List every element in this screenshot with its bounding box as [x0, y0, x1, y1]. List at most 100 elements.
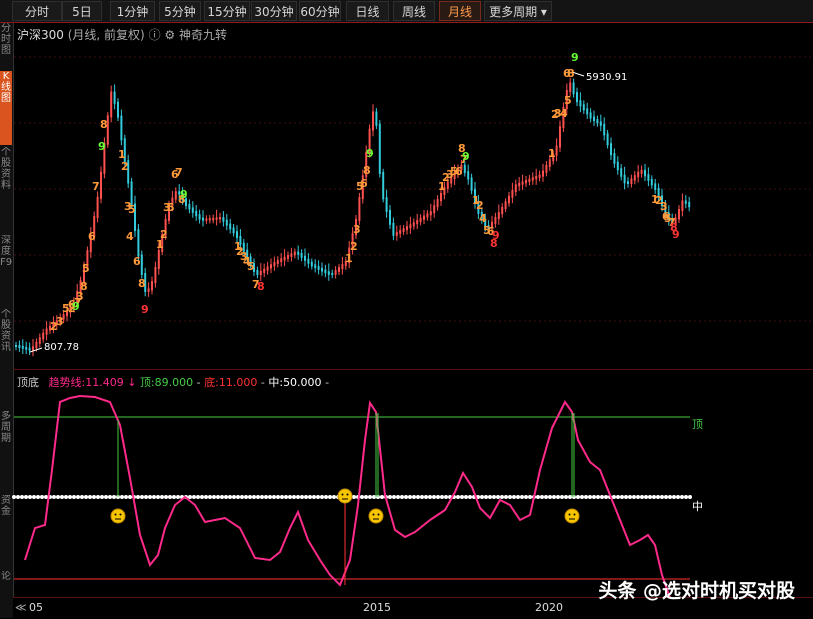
candle-body	[392, 222, 395, 236]
candle-body	[334, 270, 337, 275]
mid-value: 50.000	[283, 376, 322, 389]
mid-dot	[576, 495, 580, 499]
candle-body	[215, 217, 218, 220]
mid-dot	[24, 495, 28, 499]
down-arrow-icon: ↓	[127, 376, 137, 389]
mid-dot	[440, 495, 444, 499]
mid-dot	[412, 495, 416, 499]
kline-chart[interactable]: 5930.91807.78 23567892356789123546891235…	[0, 0, 813, 618]
mid-dot	[28, 495, 32, 499]
count-tag: 9	[180, 188, 188, 201]
mid-dot	[120, 495, 124, 499]
candle-body	[117, 101, 119, 118]
face-icon	[564, 508, 580, 524]
count-tag: 8	[100, 118, 108, 131]
candle-body	[382, 172, 385, 200]
indicator-header: 顶底 趋势线:11.409 ↓ 顶:89.000 - 底:11.000 - 中:…	[17, 376, 330, 389]
candle-body	[412, 222, 415, 227]
candle-body	[593, 116, 595, 122]
mid-dot	[72, 495, 76, 499]
mid-dot	[272, 495, 276, 499]
mid-dot	[304, 495, 308, 499]
mid-dot	[492, 495, 496, 499]
mid-dot	[312, 495, 316, 499]
mid-dot	[308, 495, 312, 499]
candle-body	[229, 223, 232, 230]
mid-dot	[436, 495, 440, 499]
mid-dot	[636, 495, 640, 499]
candle-body	[678, 209, 680, 220]
candle-body	[416, 219, 419, 225]
mid-dot	[12, 495, 16, 499]
mid-dot	[620, 495, 624, 499]
low-label: 807.78	[44, 342, 79, 353]
mid-dot	[628, 495, 632, 499]
mid-dot	[404, 495, 408, 499]
count-tag: 2	[160, 228, 168, 241]
count-tag: 4	[560, 107, 568, 120]
mid-dot	[432, 495, 436, 499]
candle-body	[225, 219, 228, 226]
mid-dot	[604, 495, 608, 499]
mid-dot	[300, 495, 304, 499]
candle-body	[545, 165, 548, 173]
mid-dot	[508, 495, 512, 499]
candle-body	[627, 181, 629, 184]
panel-divider	[13, 369, 813, 370]
candle-body	[307, 258, 310, 264]
candle-body	[378, 123, 381, 174]
mid-dot	[548, 495, 552, 499]
candle-body	[236, 231, 238, 238]
face-icon	[110, 508, 126, 524]
nav-back-button[interactable]: ≪	[15, 601, 27, 614]
count-tag: 6	[360, 177, 368, 190]
count-tag: 6	[133, 255, 141, 268]
mid-dot	[484, 495, 488, 499]
mid-dot	[664, 495, 668, 499]
count-tag: 9	[462, 150, 470, 163]
candle-body	[317, 266, 320, 270]
candle-body	[38, 337, 41, 344]
candle-body	[406, 226, 408, 231]
mid-dot	[632, 495, 636, 499]
candle-body	[259, 270, 262, 276]
candle-body	[654, 183, 657, 190]
mid-dot	[88, 495, 92, 499]
count-tag: 9	[141, 303, 149, 316]
candle-body	[542, 170, 544, 177]
candle-body	[100, 171, 102, 199]
mid-dot	[228, 495, 232, 499]
indicator-name[interactable]: 顶底	[17, 376, 39, 389]
mid-dot	[588, 495, 592, 499]
candle-body	[314, 264, 317, 269]
mid-dot	[224, 495, 228, 499]
candle-body	[263, 268, 266, 273]
mid-dot	[368, 495, 372, 499]
candle-body	[157, 250, 160, 269]
count-tag: 9	[98, 140, 106, 153]
bottom-label: 底:	[204, 376, 219, 389]
mid-dot	[600, 495, 604, 499]
candle-body	[18, 345, 21, 348]
mid-dot	[276, 495, 280, 499]
candle-body	[409, 224, 412, 229]
mid-dot	[168, 495, 172, 499]
mid-dot	[464, 495, 468, 499]
mid-dot	[396, 495, 400, 499]
mid-dot	[144, 495, 148, 499]
mid-dot	[260, 495, 264, 499]
face-icon	[337, 488, 353, 504]
candle-body	[467, 171, 470, 180]
mid-dot	[176, 495, 180, 499]
mid-dot	[112, 495, 116, 499]
candle-body	[300, 252, 303, 258]
candle-body	[419, 217, 422, 222]
mid-dot	[488, 495, 492, 499]
candle-body	[501, 207, 504, 215]
count-tag: 7	[175, 166, 183, 179]
count-tag: 8	[363, 164, 371, 177]
mid-dot	[100, 495, 104, 499]
candle-body	[576, 92, 578, 103]
candle-body	[304, 255, 306, 261]
candle-body	[521, 181, 524, 185]
